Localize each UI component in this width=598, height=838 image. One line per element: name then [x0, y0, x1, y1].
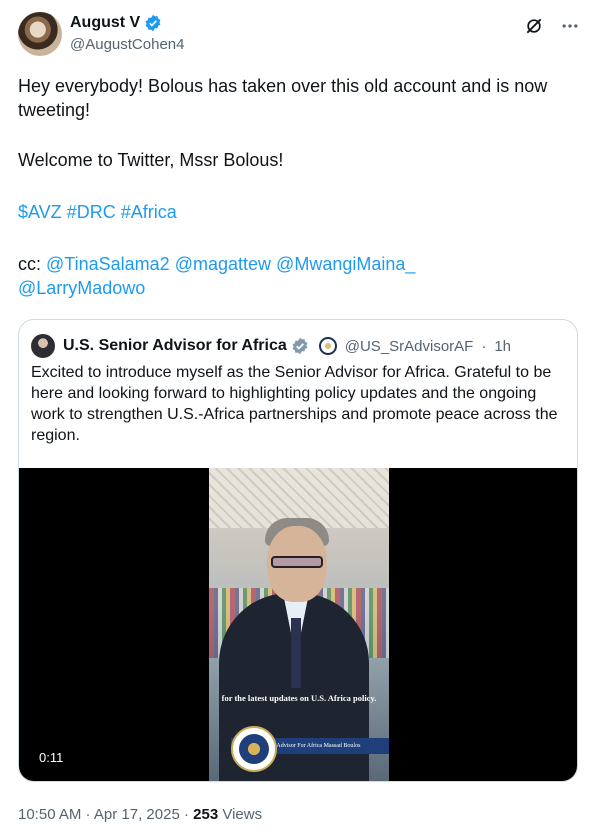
state-department-seal-icon: [231, 726, 277, 772]
tweet-date[interactable]: Apr 17, 2025: [94, 806, 180, 823]
author-handle[interactable]: @AugustCohen4: [70, 36, 184, 53]
affiliation-seal-icon: [318, 337, 337, 355]
verified-gray-badge-icon: [291, 337, 309, 355]
speaker-glasses: [271, 556, 323, 568]
quoted-tweet[interactable]: U.S. Senior Advisor for Africa @US_SrAdv…: [18, 319, 578, 782]
tweet-body: Hey everybody! Bolous has taken over thi…: [18, 74, 578, 300]
video-duration: 0:11: [33, 748, 70, 767]
tweet-header: August V @AugustCohen4: [18, 12, 580, 60]
quoted-author-handle[interactable]: @US_SrAdvisorAF: [345, 338, 474, 355]
tweet-line: Welcome to Twitter, Mssr Bolous!: [18, 150, 284, 170]
quoted-tweet-header: U.S. Senior Advisor for Africa @US_SrAdv…: [31, 334, 511, 358]
views-label: Views: [222, 806, 263, 823]
quoted-author-name[interactable]: U.S. Senior Advisor for Africa: [63, 337, 287, 355]
mention-row: cc: @TinaSalama2 @magattew @MwangiMaina_…: [18, 252, 578, 300]
video-frame: for the latest updates on U.S. Africa po…: [209, 468, 389, 781]
quoted-avatar[interactable]: [31, 334, 55, 358]
separator-dot: ·: [179, 806, 194, 823]
cc-label: cc:: [18, 254, 42, 274]
avatar[interactable]: [18, 12, 62, 56]
cashtag-link[interactable]: $AVZ: [18, 202, 62, 222]
quoted-tweet-text: Excited to introduce myself as the Senio…: [31, 364, 558, 444]
mention-link[interactable]: @MwangiMaina_: [276, 254, 415, 274]
mention-link[interactable]: @LarryMadowo: [18, 278, 145, 298]
verified-badge-icon: [144, 14, 162, 32]
mention-link[interactable]: @magattew: [175, 254, 271, 274]
author-name[interactable]: August V: [70, 14, 140, 32]
video-caption: for the latest updates on U.S. Africa po…: [221, 693, 377, 703]
more-icon[interactable]: [560, 16, 580, 36]
quoted-timestamp[interactable]: 1h: [494, 338, 511, 355]
grok-icon[interactable]: [524, 16, 544, 36]
separator-dot: ·: [81, 806, 94, 823]
tweet-time[interactable]: 10:50 AM: [18, 806, 81, 823]
video-player[interactable]: for the latest updates on U.S. Africa po…: [19, 468, 577, 781]
separator-dot: ·: [481, 337, 487, 355]
mention-link[interactable]: @TinaSalama2: [46, 254, 170, 274]
hashtag-row: $AVZ #DRC #Africa: [18, 200, 578, 224]
tweet-meta: 10:50 AM · Apr 17, 2025 · 253 Views: [18, 806, 262, 823]
tweet-actions-top: [524, 16, 580, 36]
hashtag-link[interactable]: #Africa: [121, 202, 177, 222]
views-count: 253: [193, 806, 219, 823]
tweet-line: Hey everybody! Bolous has taken over thi…: [18, 76, 548, 120]
speaker-tie: [291, 618, 301, 688]
hashtag-link[interactable]: #DRC: [67, 202, 116, 222]
author-name-row: August V: [70, 14, 162, 32]
